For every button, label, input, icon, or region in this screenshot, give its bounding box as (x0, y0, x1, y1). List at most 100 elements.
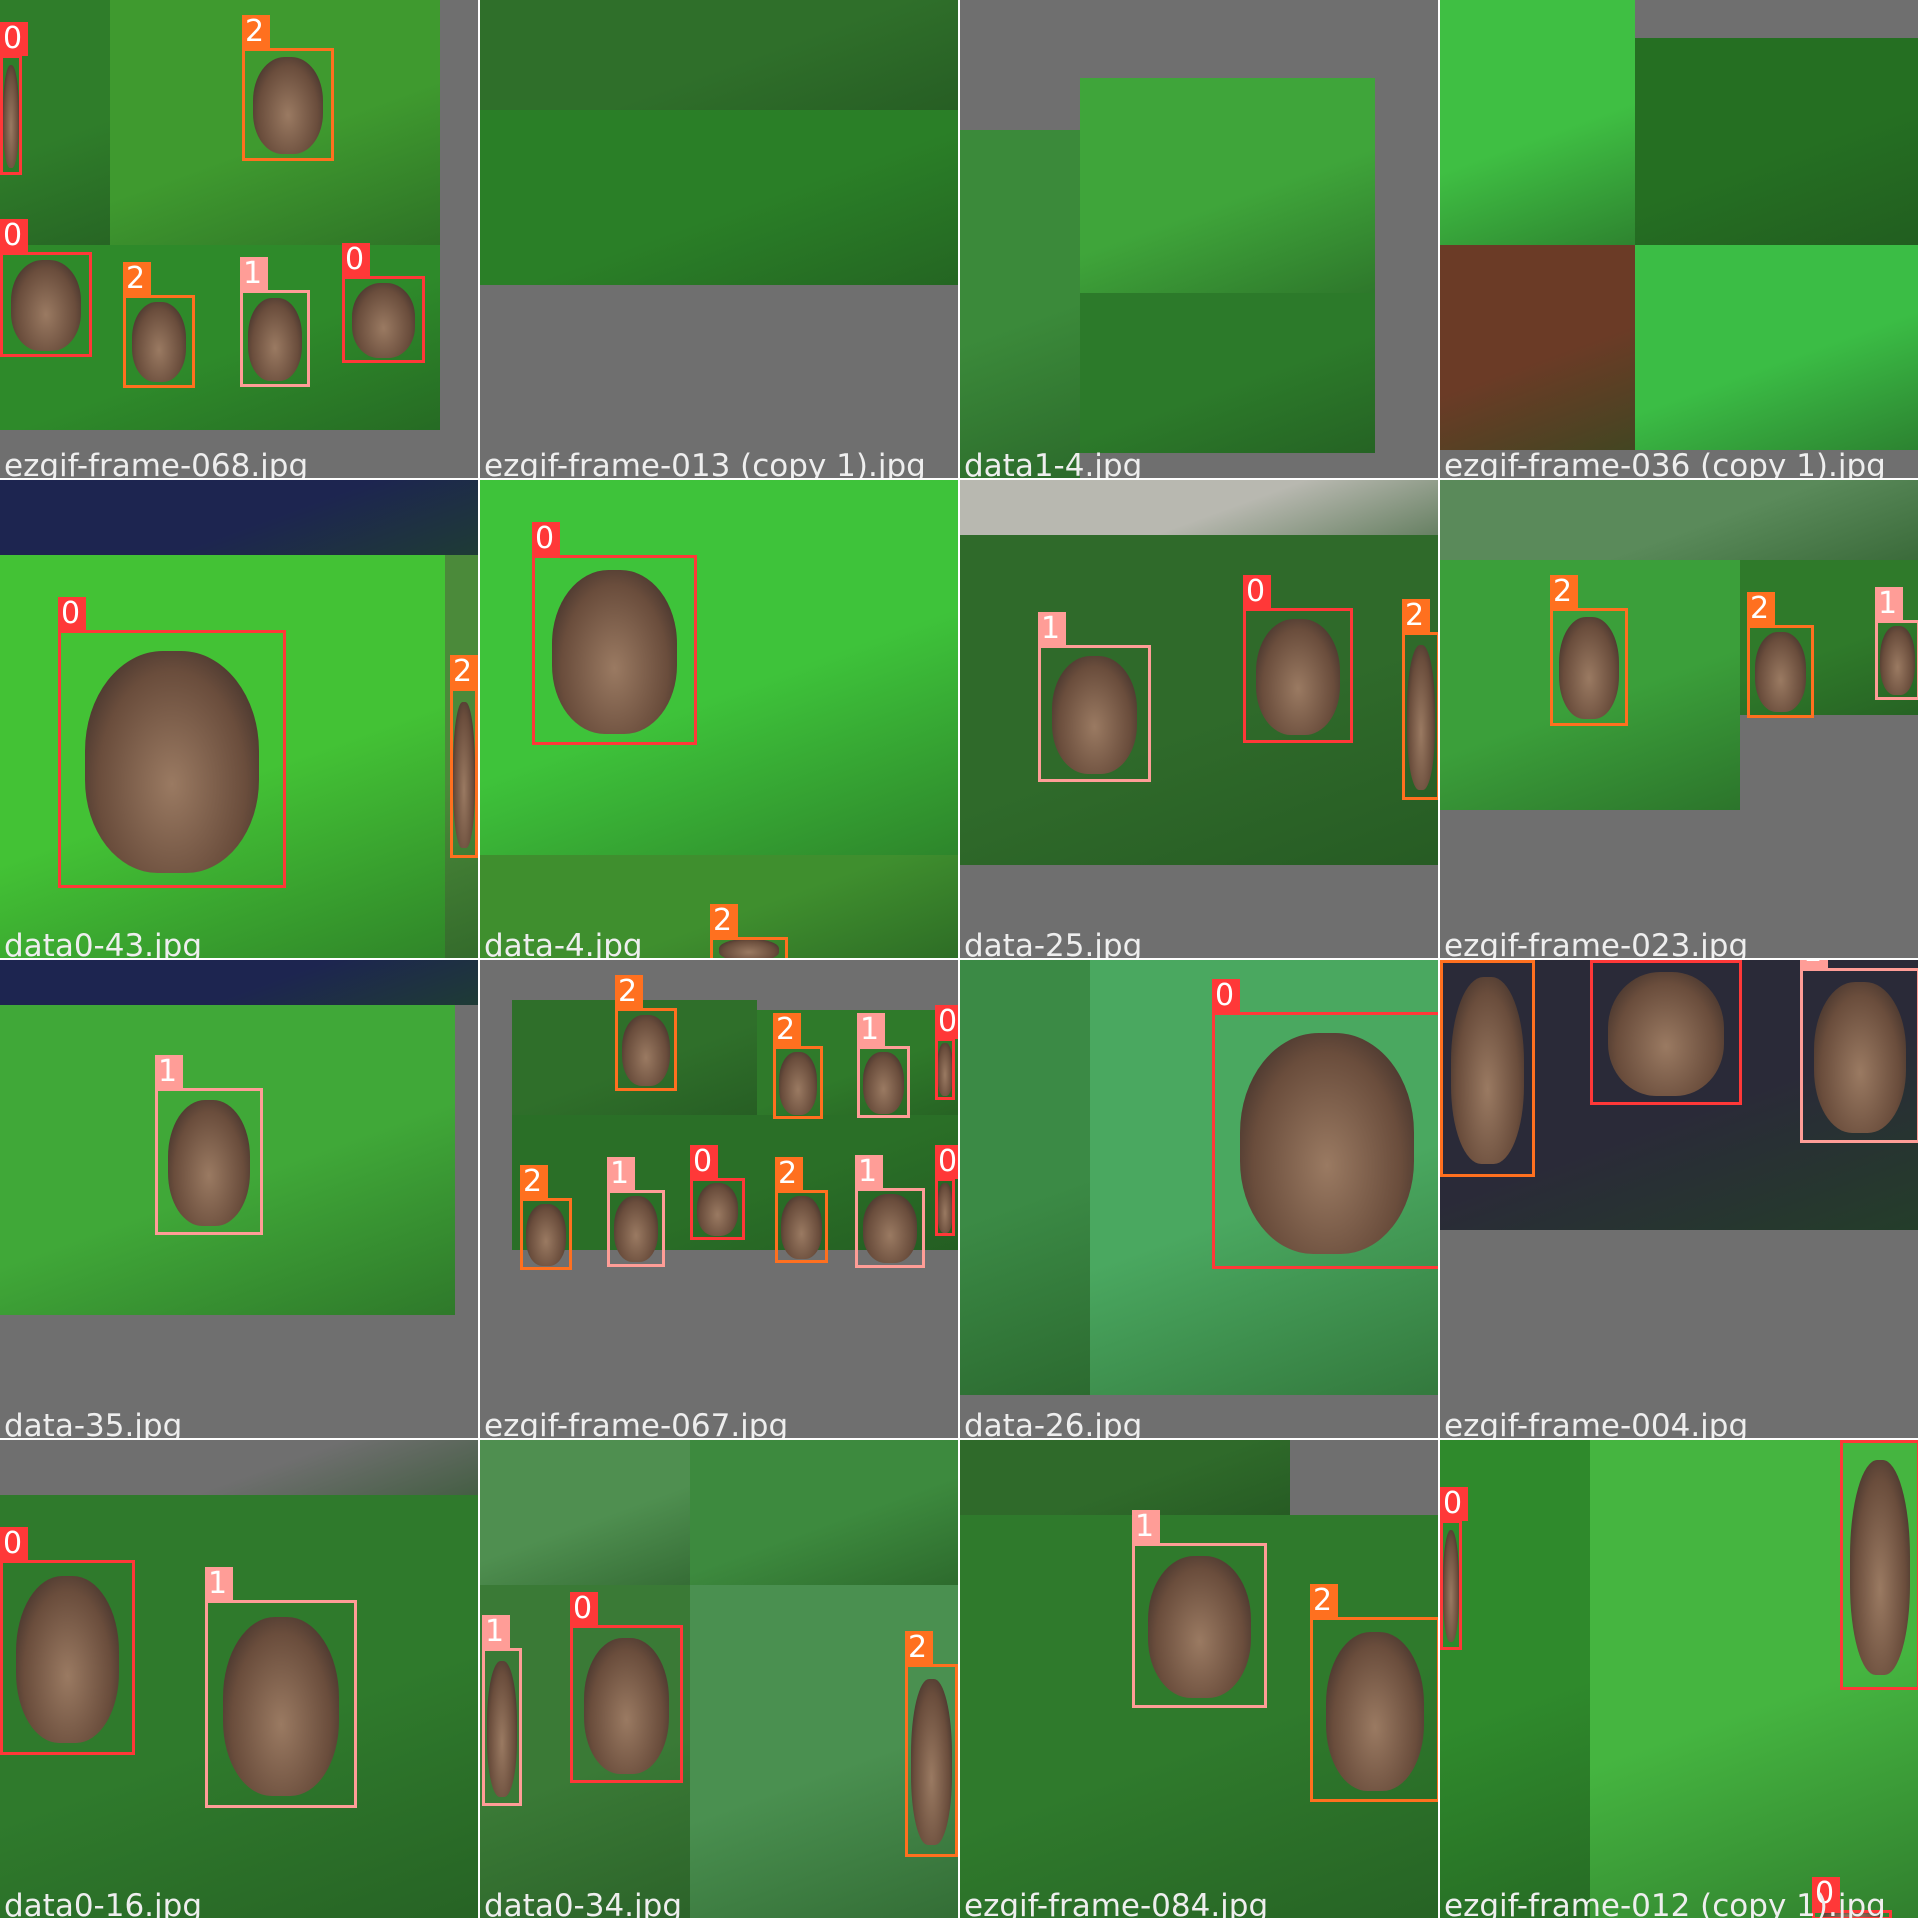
filename-label: data-25.jpg (964, 928, 1143, 958)
class-label: 1 (1875, 587, 1903, 621)
class-label: 2 (1402, 599, 1430, 633)
mosaic-cell: 1 0 2 data0-34.jpg (480, 1440, 958, 1918)
photo-region (690, 1440, 958, 1585)
bounding-box: 1 (240, 257, 310, 387)
filename-label: ezgif-frame-068.jpg (4, 448, 309, 478)
photo-region (0, 480, 478, 555)
bounding-box: 2 (710, 904, 788, 958)
filename-label: ezgif-frame-023.jpg (1444, 928, 1749, 958)
bounding-box: 2 (1402, 599, 1438, 800)
bounding-box: 1 (1132, 1510, 1267, 1708)
bounding-box: 2 (1310, 1584, 1438, 1802)
bounding-box: 2 (242, 15, 334, 161)
class-label: 2 (123, 262, 151, 296)
mosaic-cell: 01202001ezgif-frame-013 (copy 1).jpg (480, 0, 958, 478)
bounding-box: 0 (690, 1145, 745, 1240)
mosaic-cell: 0 2 data0-43.jpg (0, 480, 478, 958)
bounding-box: 1 (607, 1157, 665, 1267)
bounding-box: 0 (342, 243, 425, 363)
class-label: 1 (607, 1157, 635, 1191)
photo-region (0, 1440, 478, 1495)
class-label: 2 (905, 1631, 933, 1665)
bounding-box: 1 (1800, 960, 1918, 1143)
filename-label: ezgif-frame-036 (copy 1).jpg (1444, 448, 1886, 478)
photo-region (1440, 480, 1918, 560)
filename-label: data1-4.jpg (964, 448, 1143, 478)
bounding-box: 2 (905, 1631, 958, 1857)
bounding-box: 0 (1440, 1487, 1468, 1650)
class-label: 0 (342, 243, 370, 277)
class-label: 2 (1440, 960, 1468, 961)
class-label: 0 (532, 522, 560, 556)
class-label: 1 (1038, 612, 1066, 646)
bounding-box: 1 (205, 1567, 357, 1808)
filename-label: data0-43.jpg (4, 928, 203, 958)
class-label: 2 (773, 1013, 801, 1047)
class-label: 2 (775, 1157, 803, 1191)
mosaic-cell: 2 2 1 ezgif-frame-023.jpg (1440, 480, 1918, 958)
bounding-box: 0 (1243, 575, 1353, 743)
filename-label: data-4.jpg (484, 928, 643, 958)
bounding-box: 0 (935, 1145, 958, 1236)
class-label: 2 (710, 904, 738, 938)
class-label: 0 (1590, 960, 1618, 961)
photo-region (1635, 38, 1918, 245)
photo-region (1635, 245, 1918, 450)
bounding-box: 0 (935, 1005, 958, 1100)
class-label: 2 (450, 655, 478, 689)
bounding-box: 2 (1440, 960, 1535, 1177)
filename-label: ezgif-frame-004.jpg (1444, 1408, 1749, 1438)
class-label: 1 (1800, 960, 1828, 969)
class-label: 0 (58, 597, 86, 631)
class-label: 1 (482, 1615, 510, 1649)
photo-region (960, 130, 1080, 478)
class-label: 0 (1440, 1487, 1468, 1521)
photo-region (960, 480, 1438, 535)
filename-label: ezgif-frame-067.jpg (484, 1408, 789, 1438)
photo-region (1080, 78, 1375, 293)
class-label: 0 (0, 1527, 28, 1561)
class-label: 0 (570, 1592, 598, 1626)
bounding-box: 1 (857, 1013, 910, 1118)
mosaic-cell: 1 2 ezgif-frame-084.jpg (960, 1440, 1438, 1918)
bounding-box: 0 (1590, 960, 1742, 1105)
mosaic-cell: 0 2 0 2 1 0 ezgif-frame-068.jpg (0, 0, 478, 478)
mosaic-cell: 1 0 2 data-25.jpg (960, 480, 1438, 958)
class-label: 2 (520, 1165, 548, 1199)
class-label: 0 (0, 219, 28, 253)
filename-label: data-35.jpg (4, 1408, 183, 1438)
class-label: 2 (1550, 575, 1578, 609)
bounding-box: 0 (1840, 1440, 1918, 1690)
bounding-box: 0 (0, 22, 28, 175)
bounding-box: 0 (570, 1592, 683, 1783)
bounding-box: 1 (1875, 587, 1918, 700)
bounding-box: 0 (58, 597, 286, 888)
mosaic-cell: 2 0 1 ezgif-frame-004.jpg (1440, 960, 1918, 1438)
bounding-box: 0 (1212, 979, 1438, 1269)
photo-region (960, 535, 1438, 865)
class-label: 1 (857, 1013, 885, 1047)
filename-label: ezgif-frame-012 (copy 1).jpg (1444, 1888, 1886, 1918)
class-label: 2 (242, 15, 270, 49)
filename-label: ezgif-frame-084.jpg (964, 1888, 1269, 1918)
mosaic-cell: 0 1 data0-16.jpg (0, 1440, 478, 1918)
bounding-box: 0 (0, 219, 92, 357)
photo-region (0, 960, 478, 1005)
bounding-box: 1 (482, 1615, 522, 1806)
bounding-box: 2 (1747, 592, 1814, 718)
bounding-box: 2 (615, 975, 677, 1091)
photo-region (1080, 293, 1375, 453)
bounding-box: 1 (855, 1155, 925, 1268)
class-label: 1 (205, 1567, 233, 1601)
filename-label: ezgif-frame-013 (copy 1).jpg (484, 448, 926, 478)
bounding-box: 2 (520, 1165, 572, 1270)
class-label: 1 (240, 257, 268, 291)
photo-region (480, 1440, 690, 1585)
filename-label: data0-16.jpg (4, 1888, 203, 1918)
bounding-box: 2 (775, 1157, 828, 1263)
detection-mosaic-grid: 020210ezgif-frame-068.jpg01202001ezgif-f… (0, 0, 1920, 1920)
bounding-box: 2 (773, 1013, 823, 1119)
bounding-box: 2 (123, 262, 195, 388)
photo-region (480, 0, 958, 110)
mosaic-cell: 2 2 1 0 2 1 0 2 1 0 ezgif-frame-067.jpg (480, 960, 958, 1438)
